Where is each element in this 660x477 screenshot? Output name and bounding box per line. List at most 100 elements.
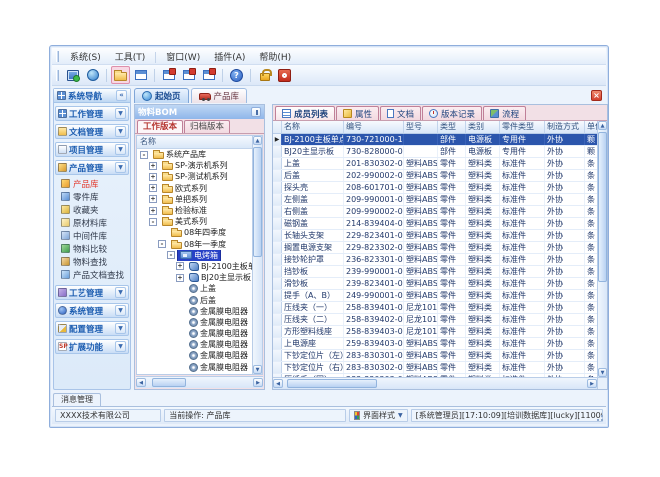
sidebar-section-header[interactable]: 系统管理▼ [55, 303, 129, 318]
scroll-down-icon[interactable]: ▼ [253, 365, 262, 374]
tree-node[interactable]: +单把系列 [137, 194, 252, 205]
table-horizontal-scrollbar[interactable]: ◀ ▶ [273, 377, 597, 389]
table-row[interactable]: 提手（A、B）249-990001-01I塑料ABS零件塑料类标准件外协条 [273, 290, 597, 302]
open-folder-button[interactable] [111, 66, 130, 84]
scroll-right-icon[interactable]: ▶ [253, 378, 263, 387]
column-header[interactable]: 型号 [404, 121, 438, 134]
tree-node[interactable]: +欧式系列 [137, 183, 252, 194]
member-tab[interactable]: 流程 [483, 106, 526, 120]
tree-expander[interactable]: + [149, 195, 157, 203]
table-row[interactable]: 上电源座259-839403-00I塑料ABS零件塑料类标准件外协条 [273, 338, 597, 350]
chevron-down-icon[interactable]: ▼ [115, 323, 126, 334]
exit-button[interactable] [275, 66, 294, 84]
help-button[interactable] [227, 66, 246, 84]
chevron-down-icon[interactable]: ▼ [115, 144, 126, 155]
globe-button[interactable] [83, 66, 102, 84]
document-tab[interactable]: 起始页 [134, 88, 189, 103]
table-row[interactable]: 方形塑料线座258-839403-00I尼龙1010零件塑料类标准件外协条 [273, 326, 597, 338]
panel-splitter[interactable] [265, 104, 272, 390]
table-row[interactable]: 接钞轮护罩236-823301-00I塑料ABS零件塑料类标准件外协条 [273, 254, 597, 266]
sidebar-item[interactable]: 中间件库 [54, 229, 130, 242]
column-header[interactable]: 单位 [585, 121, 597, 134]
monitor-button[interactable] [63, 66, 82, 84]
table-row[interactable]: 搁置电源支架229-823302-00I塑料ABS零件塑料类标准件外协条 [273, 242, 597, 254]
menu-item[interactable]: 帮助(H) [252, 51, 298, 65]
message-tab[interactable]: 消息管理 [53, 393, 101, 406]
scrollbar-thumb[interactable] [152, 378, 186, 387]
table-row[interactable]: 上盖201-830302-00I塑料ABS零件塑料类标准件外协条 [273, 158, 597, 170]
sidebar-item[interactable]: 物料比较 [54, 242, 130, 255]
tree-node[interactable]: 后盖 [137, 294, 252, 305]
sidebar-item[interactable]: 原材料库 [54, 216, 130, 229]
member-tab[interactable]: 成员列表 [275, 106, 335, 120]
chevron-down-icon[interactable]: ▼ [115, 126, 126, 137]
table-row[interactable]: BJ20主显示板730-828000-04I部件电源板专用件外协颗 [273, 146, 597, 158]
tree-expander[interactable]: + [149, 173, 157, 181]
column-header[interactable]: 制造方式 [545, 121, 585, 134]
column-header[interactable]: 零件类型 [500, 121, 545, 134]
table-row[interactable]: 左侧盖209-990001-01I塑料ABS零件塑料类标准件外协条 [273, 194, 597, 206]
tree-expander[interactable]: + [176, 262, 184, 270]
chevron-down-icon[interactable]: ▼ [115, 305, 126, 316]
member-tab[interactable]: 属性 [336, 106, 379, 120]
tree-node[interactable]: -美式系列 [137, 216, 252, 227]
sidebar-item[interactable]: 产品文档查找 [54, 268, 130, 281]
chevron-down-icon[interactable]: ▼ [115, 162, 126, 173]
table-row[interactable]: 后盖202-990002-01I塑料ABS零件塑料类标准件外协条 [273, 170, 597, 182]
tree-node[interactable]: 金属膜电阻器 [137, 317, 252, 328]
tree-expander[interactable]: + [176, 274, 184, 282]
tree-node[interactable]: 金属膜电阻器 [137, 350, 252, 361]
tree-node[interactable]: +SP-演示机系列 [137, 160, 252, 171]
resize-grip[interactable] [601, 419, 603, 421]
column-header[interactable]: 类型 [438, 121, 466, 134]
toolbar-grip[interactable] [56, 70, 59, 81]
new-window-button[interactable] [159, 66, 178, 84]
tree-node[interactable]: -08年一季度 [137, 239, 252, 250]
menu-item[interactable]: 插件(A) [207, 51, 252, 65]
sidebar-section-header[interactable]: 文档管理▼ [55, 124, 129, 139]
chevron-down-icon[interactable]: ▼ [115, 341, 126, 352]
tree-node[interactable]: 金属膜电阻器 [137, 306, 252, 317]
lock-button[interactable] [255, 66, 274, 84]
tree-vertical-scrollbar[interactable]: ▲ ▼ [252, 136, 262, 374]
scrollbar-track[interactable] [146, 377, 253, 388]
table-row[interactable]: ▶BJ-2100主板单点730-721000-12I部件电源板专用件外协颗 [273, 134, 597, 146]
tree-expander[interactable]: - [140, 151, 148, 159]
scroll-left-icon[interactable]: ◀ [136, 378, 146, 387]
sidebar-item[interactable]: 收藏夹 [54, 203, 130, 216]
bom-version-tab[interactable]: 归档版本 [184, 120, 230, 133]
table-row[interactable]: 压线夹（一）258-839401-00I尼龙1010零件塑料类标准件外协条 [273, 302, 597, 314]
column-header[interactable]: 编号 [344, 121, 404, 134]
table-row[interactable]: 长轴头支架229-823401-00I塑料ABS零件塑料类标准件外协条 [273, 230, 597, 242]
scroll-down-icon[interactable]: ▼ [598, 368, 607, 377]
scroll-right-icon[interactable]: ▶ [587, 379, 597, 388]
member-tab[interactable]: 版本记录 [422, 106, 482, 120]
tree-expander[interactable]: + [149, 207, 157, 215]
menu-item[interactable]: 系统(S) [63, 51, 108, 65]
cascade-window-button[interactable] [179, 66, 198, 84]
tree-node[interactable]: -电烤箱 [137, 250, 252, 261]
tree-column-header[interactable]: 名称 [137, 136, 252, 149]
scrollbar-thumb[interactable] [598, 132, 607, 282]
tree-node[interactable]: 金属膜电阻器 [137, 328, 252, 339]
tree-node[interactable]: +SP-测试机系列 [137, 171, 252, 182]
tree-expander[interactable]: - [167, 251, 175, 259]
table-vertical-scrollbar[interactable]: ▲ ▼ [597, 121, 607, 377]
tree-node[interactable]: 独石电容器 [137, 373, 252, 374]
sidebar-section-header[interactable]: 产品管理▼ [55, 160, 129, 175]
tree-expander[interactable]: - [149, 218, 157, 226]
table-row[interactable]: 下钞定位片（左）283-830301-00I塑料ABS零件塑料类标准件外协条 [273, 350, 597, 362]
tree-node[interactable]: 金属膜电阻器 [137, 362, 252, 373]
table-row[interactable]: 压线夹（二）258-839402-00I尼龙1010零件塑料类标准件外协条 [273, 314, 597, 326]
chevron-down-icon[interactable]: ▼ [115, 287, 126, 298]
sidebar-item[interactable]: 产品库 [54, 177, 130, 190]
sidebar-collapse-button[interactable]: « [116, 90, 127, 101]
table-row[interactable]: 下钞定位片（右）283-830302-00I塑料ABS零件塑料类标准件外协条 [273, 362, 597, 374]
scrollbar-thumb[interactable] [287, 379, 377, 388]
scroll-up-icon[interactable]: ▲ [253, 136, 262, 145]
scrollbar-thumb[interactable] [253, 147, 262, 257]
window-layout-button[interactable] [131, 66, 150, 84]
pin-icon[interactable] [251, 107, 261, 117]
table-row[interactable]: 滑钞板239-823401-00I塑料ABS零件塑料类标准件外协条 [273, 278, 597, 290]
tree-node[interactable]: -系统产品库 [137, 149, 252, 160]
